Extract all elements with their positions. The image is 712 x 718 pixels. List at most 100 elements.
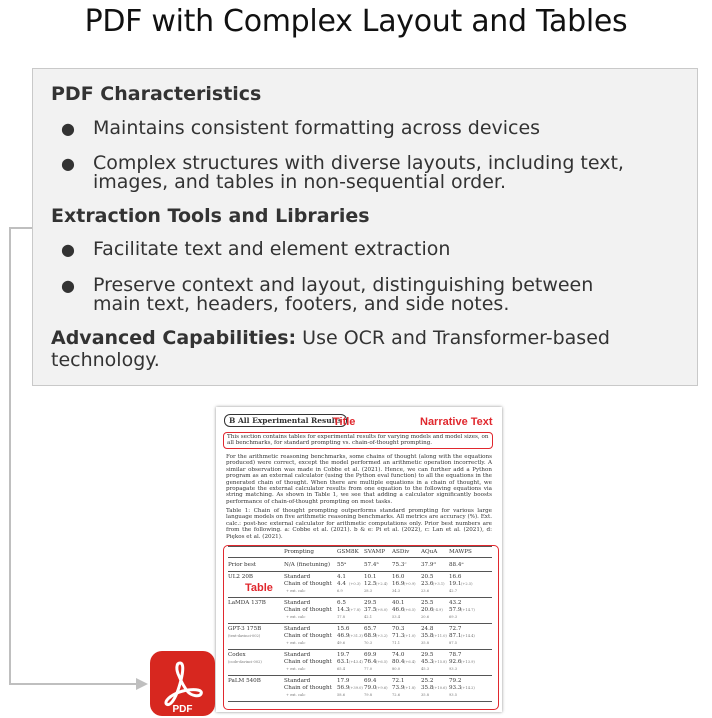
table-cell: 10.1 xyxy=(364,574,377,580)
bullet-text-continued: images, and tables in non-sequential ord… xyxy=(93,171,506,193)
table-cell: 73.9 xyxy=(392,685,405,691)
bullet-dot-icon: ● xyxy=(61,119,75,138)
table-delta: (+7.8) xyxy=(349,608,361,612)
pdf-page-preview: B All Experimental Results Title Narrati… xyxy=(216,407,502,712)
table-cell: 53.4 xyxy=(392,615,401,619)
table-delta: (+43.4) xyxy=(349,660,363,664)
table-delta: (+11.0) xyxy=(433,634,447,638)
table-delta: (+31.3) xyxy=(349,634,363,638)
table-cell: 80.0 xyxy=(392,667,401,671)
table-delta: (+14.4) xyxy=(461,634,475,638)
table-model-subname: (code-davinci-002) xyxy=(228,660,262,664)
table-cell: Standard xyxy=(284,652,311,658)
table-delta: (+1.8) xyxy=(404,686,416,690)
table-cell: 35.8 xyxy=(421,685,434,691)
table-cell: 74.0 xyxy=(392,652,405,658)
annotation-title: Title xyxy=(333,416,356,428)
table-row-rule xyxy=(228,649,492,650)
table-row-rule xyxy=(228,675,492,676)
table-cell: 6.5 xyxy=(337,600,346,606)
table-cell: 79.0 xyxy=(364,685,377,691)
table-header-rule xyxy=(228,557,492,558)
table-cell: 28.3 xyxy=(364,589,373,593)
bullet-dot-icon: ● xyxy=(61,154,75,173)
table-delta: (+14.2) xyxy=(461,686,475,690)
table-cell: 20.6 xyxy=(421,615,430,619)
table-cell: 87.1 xyxy=(449,633,462,639)
advanced-capabilities-label: Advanced Capabilities: xyxy=(51,327,297,349)
table-cell: 20.6 xyxy=(421,607,434,613)
table-cell: 34.3 xyxy=(392,589,401,593)
table-cell: 57.4ᵇ xyxy=(364,562,379,568)
bullet-text-continued: main text, headers, footers, and side no… xyxy=(93,293,510,315)
bullet-item: ● Facilitate text and element extraction xyxy=(61,240,693,260)
table-cell: 87.5 xyxy=(449,641,458,645)
body-paragraph: For the arithmetic reasoning benchmarks,… xyxy=(226,454,492,505)
table-cell: 29.5 xyxy=(421,652,434,658)
table-cell: 55ᵃ xyxy=(337,562,347,568)
table-header-cell: GSM8K xyxy=(337,549,359,555)
advanced-capabilities-text-continued: technology. xyxy=(51,349,160,371)
table-cell: Standard xyxy=(284,600,311,606)
table-cell: + ext. calc xyxy=(286,641,306,645)
table-cell: 49.6 xyxy=(337,641,346,645)
table-delta: (+14.7) xyxy=(461,608,475,612)
table-model-subname: (text-davinci-002) xyxy=(228,634,261,638)
table-cell: 43.2 xyxy=(449,600,462,606)
table-delta: (+6.5) xyxy=(376,660,388,664)
table-delta: (+39.0) xyxy=(349,686,363,690)
table-cell: 72.7 xyxy=(449,626,462,632)
table-header-cell: AQuA xyxy=(421,549,438,555)
table-cell: 4.4 xyxy=(337,581,346,587)
table-caption: Table 1: Chain of thought prompting outp… xyxy=(226,508,492,540)
table-cell: 20.5 xyxy=(421,574,434,580)
table-model-name: UL2 20B xyxy=(228,574,253,580)
table-cell: 70.3 xyxy=(364,641,373,645)
table-cell: 16.6 xyxy=(449,574,462,580)
table-row-rule xyxy=(228,597,492,598)
advanced-capabilities: Advanced Capabilities: Use OCR and Trans… xyxy=(51,327,691,371)
table-delta: (+15.8) xyxy=(433,660,447,664)
table-cell: 78.7 xyxy=(449,652,462,658)
table-cell: 25.5 xyxy=(421,600,434,606)
table-delta: (+13.9) xyxy=(461,660,475,664)
bullet-item: ● Maintains consistent formatting across… xyxy=(61,117,693,139)
table-cell: 37.5 xyxy=(364,607,377,613)
table-cell: 58.6 xyxy=(337,693,346,697)
table-cell: 37.9ᵈ xyxy=(421,562,436,568)
table-header-cell: ASDiv xyxy=(392,549,410,555)
table-model-name: Codex xyxy=(228,652,246,658)
table-cell: 14.3 xyxy=(337,607,350,613)
table-cell: + ext. calc xyxy=(286,693,306,697)
section-title-box: B All Experimental Results xyxy=(224,414,348,427)
advanced-capabilities-text: Use OCR and Transformer-based xyxy=(302,327,610,349)
table-cell: 56.9 xyxy=(337,685,350,691)
table-delta: (+0.3) xyxy=(349,582,361,586)
table-cell: + ext. calc xyxy=(286,589,306,593)
table-delta: (+8.0) xyxy=(376,608,388,612)
table-cell: 42.7 xyxy=(449,589,458,593)
table-cell: 35.8 xyxy=(421,693,430,697)
table-cell: 92.6 xyxy=(449,659,462,665)
table-header-cell: Prompting xyxy=(284,549,314,555)
table-cell: 75.3ᶜ xyxy=(392,562,407,568)
table-cell: + ext. calc xyxy=(286,615,306,619)
table-delta: (+2.4) xyxy=(376,582,388,586)
table-cell: 71.1 xyxy=(392,641,401,645)
table-delta: (+3.1) xyxy=(433,582,445,586)
table-cell: 93.3 xyxy=(449,667,458,671)
table-cell: 79.8 xyxy=(364,693,373,697)
table-cell: 70.3 xyxy=(392,626,405,632)
table-cell: 19.7 xyxy=(337,652,350,658)
bullet-text: Maintains consistent formatting across d… xyxy=(93,117,541,139)
table-cell: Chain of thought xyxy=(284,607,332,613)
bullet-dot-icon: ● xyxy=(61,276,75,295)
table-cell: Chain of thought xyxy=(284,685,332,691)
table-row-rule xyxy=(228,571,492,572)
bullet-dot-icon: ● xyxy=(61,240,75,259)
table-top-rule xyxy=(228,546,492,547)
table-model-name: LaMDA 137B xyxy=(228,600,266,606)
table-cell: 68.9 xyxy=(364,633,377,639)
table-delta: (+6.4) xyxy=(404,660,416,664)
table-row-rule xyxy=(228,623,492,624)
